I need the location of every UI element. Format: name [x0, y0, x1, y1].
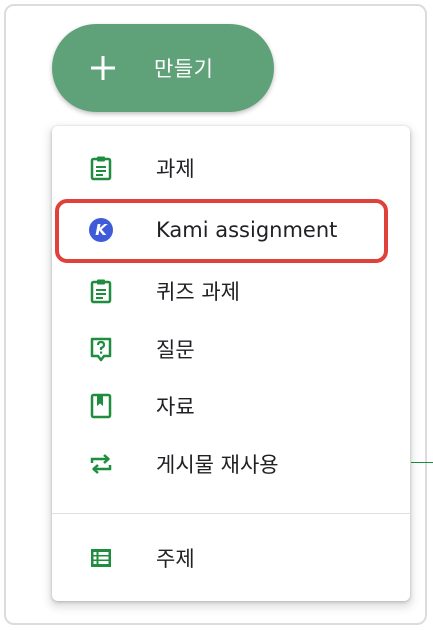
- menu-item-assignment[interactable]: 과제: [52, 140, 410, 196]
- menu-item-question[interactable]: 질문: [52, 321, 410, 377]
- reuse-post-icon: [88, 451, 114, 477]
- material-icon: [88, 393, 114, 419]
- quiz-assignment-icon: [88, 278, 114, 304]
- menu-divider: [52, 513, 410, 514]
- menu-item-quiz-assignment[interactable]: 퀴즈 과제: [52, 263, 410, 319]
- create-button[interactable]: 만들기: [52, 24, 274, 112]
- topic-list-icon: [88, 545, 114, 571]
- assignment-clipboard-icon: [88, 155, 114, 181]
- kami-logo-letter: K: [89, 218, 113, 242]
- menu-item-material[interactable]: 자료: [52, 378, 410, 434]
- background-divider-line: [411, 462, 433, 463]
- menu-item-label: Kami assignment: [156, 218, 338, 242]
- menu-item-label: 자료: [156, 395, 195, 419]
- menu-item-label: 게시물 재사용: [156, 453, 279, 477]
- plus-icon: [91, 56, 115, 80]
- menu-item-label: 주제: [156, 547, 195, 571]
- menu-item-topic[interactable]: 주제: [52, 530, 410, 586]
- menu-item-label: 과제: [156, 157, 195, 181]
- menu-item-label: 퀴즈 과제: [156, 280, 240, 304]
- menu-item-kami-assignment[interactable]: K Kami assignment: [52, 202, 410, 258]
- kami-logo-icon: K: [88, 217, 114, 243]
- menu-item-label: 질문: [156, 338, 195, 362]
- create-button-label: 만들기: [154, 57, 214, 81]
- question-icon: [88, 336, 114, 362]
- menu-item-reuse-post[interactable]: 게시물 재사용: [52, 436, 410, 492]
- create-menu: 과제 K Kami assignment 퀴즈 과제 질문 자료 게시물 재사용…: [52, 126, 410, 601]
